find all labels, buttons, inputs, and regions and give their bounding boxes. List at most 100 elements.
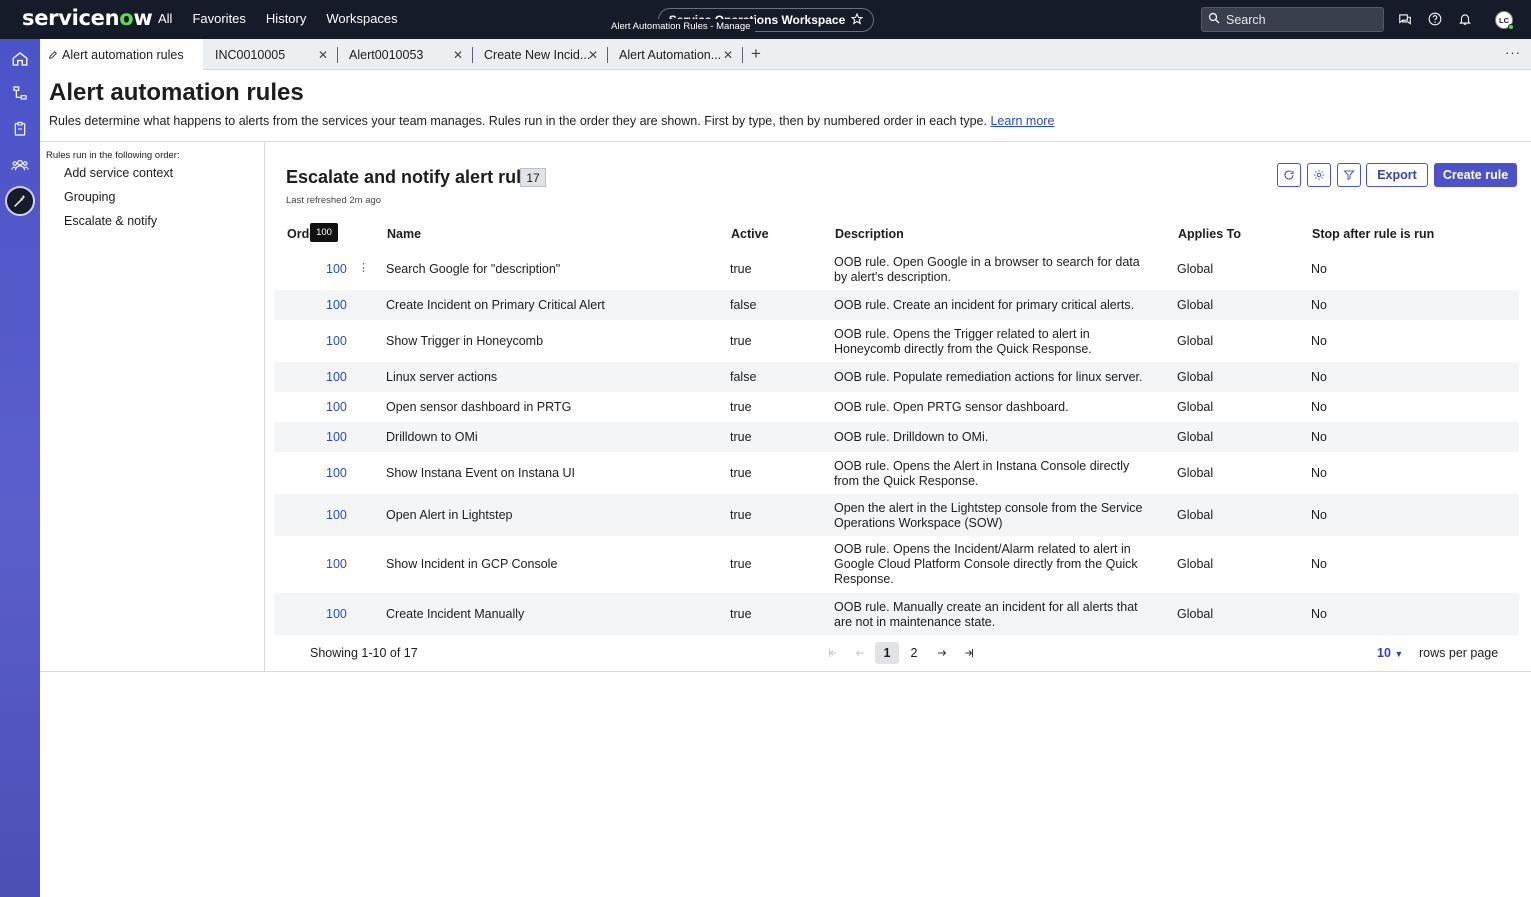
rule-description: OOB rule. Open Google in a browser to se… <box>834 255 1140 284</box>
workspace-tooltip: Alert Automation Rules - Manage <box>606 19 756 34</box>
nav-all[interactable]: All <box>158 11 172 26</box>
rule-active: false <box>730 298 757 312</box>
table-row[interactable]: 100 Linux server actions false OOB rule.… <box>274 362 1519 392</box>
more-tabs-icon[interactable]: ··· <box>1505 45 1521 60</box>
nav-favorites[interactable]: Favorites <box>192 11 245 26</box>
rule-active: true <box>730 334 752 348</box>
table-row[interactable]: 100 Show Trigger in Honeycomb true OOB r… <box>274 320 1519 362</box>
page-description: Rules determine what happens to alerts f… <box>49 114 1054 128</box>
table-row[interactable]: 100 Create Incident Manually true OOB ru… <box>274 593 1519 635</box>
order-link[interactable]: 100 <box>326 430 347 445</box>
home-icon[interactable] <box>8 47 32 71</box>
page-1-button[interactable]: 1 <box>875 642 899 664</box>
help-icon[interactable] <box>1428 12 1442 26</box>
tab-create-new-incident[interactable]: Create New Incid... ✕ <box>476 39 604 70</box>
nav-history[interactable]: History <box>266 11 306 26</box>
rule-name: Show Incident in GCP Console <box>386 557 558 571</box>
order-link[interactable]: 100 <box>326 298 347 313</box>
rule-name: Open sensor dashboard in PRTG <box>386 400 572 414</box>
page-2-button[interactable]: 2 <box>902 642 926 664</box>
filter-icon <box>1343 170 1355 181</box>
tab-separator <box>607 47 608 63</box>
close-icon[interactable]: ✕ <box>318 48 328 62</box>
rows-per-page-select[interactable]: 10 ▼ <box>1377 646 1403 660</box>
column-header-stop-after[interactable]: Stop after rule is run <box>1312 227 1434 241</box>
search-input[interactable] <box>1226 12 1376 27</box>
clipboard-icon[interactable] <box>8 117 32 141</box>
tab-alert-automation[interactable]: Alert Automation... ✕ <box>611 39 739 70</box>
rule-applies-to: Global <box>1177 298 1214 312</box>
close-icon[interactable]: ✕ <box>453 48 463 62</box>
first-page-icon[interactable] <box>821 642 845 664</box>
close-icon[interactable]: ✕ <box>723 48 733 62</box>
prev-page-icon[interactable] <box>848 642 872 664</box>
table-row[interactable]: 100 Show Incident in GCP Console true OO… <box>274 536 1519 593</box>
order-link[interactable]: 100 <box>326 607 347 622</box>
left-rail <box>0 39 40 897</box>
rule-name: Open Alert in Lightstep <box>386 508 513 522</box>
team-icon[interactable] <box>8 153 32 177</box>
refresh-icon <box>1284 170 1294 180</box>
table-row[interactable]: 100 Open Alert in Lightstep true Open th… <box>274 494 1519 536</box>
star-icon[interactable] <box>850 12 864 28</box>
last-page-icon[interactable] <box>957 642 981 664</box>
avatar-initials: LC <box>1499 15 1509 25</box>
filter-button[interactable] <box>1337 163 1361 187</box>
caret-down-icon: ▼ <box>1394 649 1404 659</box>
tab-separator <box>742 47 743 63</box>
column-header-applies-to[interactable]: Applies To <box>1178 227 1241 241</box>
order-tooltip: 100 <box>310 223 338 242</box>
create-rule-button[interactable]: Create rule <box>1434 163 1517 187</box>
bell-icon[interactable] <box>1458 12 1472 26</box>
order-link[interactable]: 100 <box>326 262 347 277</box>
tab-separator <box>337 47 338 63</box>
nav-workspaces[interactable]: Workspaces <box>326 11 397 26</box>
table-row[interactable]: 100 Create Incident on Primary Critical … <box>274 290 1519 320</box>
rule-stop-after: No <box>1311 557 1327 571</box>
rule-type-pane: Rules run in the following order: Add se… <box>40 142 265 672</box>
rule-type-grouping[interactable]: Grouping <box>64 190 115 204</box>
magic-wand-icon[interactable] <box>5 186 35 216</box>
rule-type-escalate-notify[interactable]: Escalate & notify <box>64 214 157 228</box>
global-search[interactable] <box>1201 7 1384 32</box>
rule-stop-after: No <box>1311 430 1327 444</box>
order-link[interactable]: 100 <box>326 400 347 415</box>
order-link[interactable]: 100 <box>326 334 347 349</box>
refresh-button[interactable] <box>1277 163 1301 187</box>
column-header-active[interactable]: Active <box>731 227 769 241</box>
export-button[interactable]: Export <box>1366 163 1428 187</box>
table-row[interactable]: 100 Open sensor dashboard in PRTG true O… <box>274 392 1519 422</box>
rule-active: true <box>730 430 752 444</box>
table-row[interactable]: 100 Drilldown to OMi true OOB rule. Dril… <box>274 422 1519 452</box>
order-link[interactable]: 100 <box>326 508 347 523</box>
close-icon[interactable]: ✕ <box>588 48 598 62</box>
rows-per-page-value: 10 <box>1377 646 1391 660</box>
row-actions-icon[interactable]: ⋮ <box>358 261 369 274</box>
chat-icon[interactable] <box>1398 12 1412 26</box>
learn-more-link[interactable]: Learn more <box>990 114 1054 128</box>
rule-description: OOB rule. Opens the Alert in Instana Con… <box>834 459 1130 488</box>
order-link[interactable]: 100 <box>326 557 347 572</box>
pencil-icon <box>48 50 58 60</box>
rule-type-add-service-context[interactable]: Add service context <box>64 166 173 180</box>
gear-icon <box>1314 170 1324 180</box>
list-title: Escalate and notify alert rules <box>286 167 542 187</box>
table-row[interactable]: 100 ⋮ Search Google for "description" tr… <box>274 248 1519 290</box>
tab-inc0010005[interactable]: INC0010005 ✕ <box>207 39 334 70</box>
column-header-name[interactable]: Name <box>387 227 421 241</box>
order-link[interactable]: 100 <box>326 370 347 385</box>
tab-alert-automation-rules[interactable]: Alert automation rules <box>40 39 203 70</box>
settings-button[interactable] <box>1307 163 1331 187</box>
user-avatar[interactable]: LC <box>1495 11 1514 30</box>
order-link[interactable]: 100 <box>326 466 347 481</box>
tab-alert0010053[interactable]: Alert0010053 ✕ <box>341 39 469 70</box>
add-tab-icon[interactable]: + <box>751 44 761 64</box>
table-row[interactable]: 100 Show Instana Event on Instana UI tru… <box>274 452 1519 494</box>
hierarchy-icon[interactable] <box>8 81 32 105</box>
rule-active: false <box>730 370 757 384</box>
rule-active: true <box>730 508 752 522</box>
column-header-description[interactable]: Description <box>835 227 904 241</box>
rule-stop-after: No <box>1311 370 1327 384</box>
servicenow-logo[interactable]: servicenow <box>22 6 153 30</box>
next-page-icon[interactable] <box>930 642 954 664</box>
